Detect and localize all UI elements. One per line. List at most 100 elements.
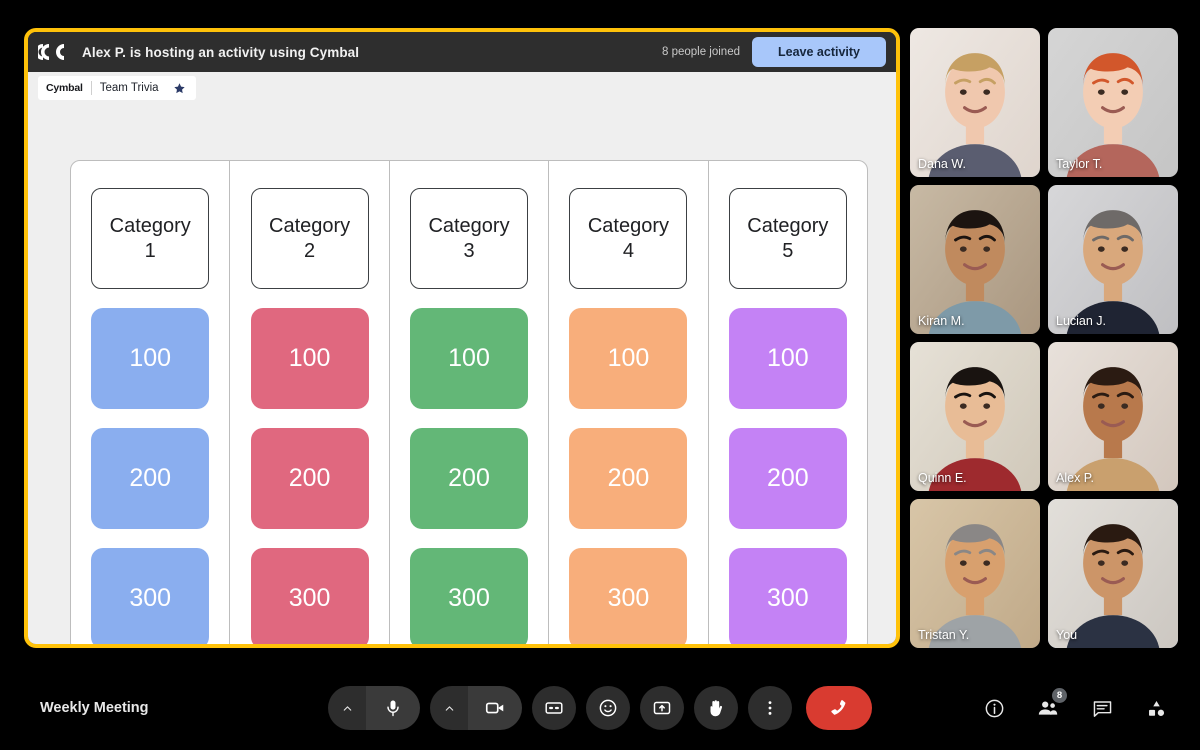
value-label: 100 — [766, 344, 809, 372]
more-options-button[interactable] — [748, 686, 792, 730]
category-label: Category 1 — [109, 214, 191, 262]
present-screen-icon — [653, 701, 671, 715]
cymbal-brand-label: Cymbal — [46, 82, 83, 94]
value-card[interactable]: 300 — [728, 548, 847, 644]
value-label: 300 — [766, 584, 809, 612]
participant-tile[interactable]: You — [1048, 499, 1178, 648]
participant-video — [910, 342, 1040, 491]
microphone-icon — [387, 700, 399, 717]
participant-video — [910, 28, 1040, 177]
participant-video — [910, 185, 1040, 334]
value-card[interactable]: 200 — [91, 428, 210, 529]
category-card[interactable]: Category 4 — [569, 188, 688, 289]
value-label: 200 — [766, 464, 809, 492]
meeting-info-button[interactable] — [974, 688, 1014, 728]
value-card[interactable]: 300 — [569, 548, 688, 644]
category-label: Category 5 — [747, 214, 829, 262]
board-column: Category 2 100 200 300 — [230, 161, 390, 644]
microphone-toggle-button[interactable] — [366, 686, 420, 730]
chat-icon — [1093, 700, 1111, 717]
camera-icon — [485, 702, 504, 714]
camera-control[interactable] — [430, 686, 522, 730]
value-card[interactable]: 100 — [569, 308, 688, 409]
activities-button[interactable] — [1136, 688, 1176, 728]
value-card[interactable]: 300 — [91, 548, 210, 644]
board-column: Category 5 100 200 300 — [709, 161, 867, 644]
value-card[interactable]: 100 — [410, 308, 529, 409]
activity-panel: Alex P. is hosting an activity using Cym… — [24, 28, 900, 648]
value-label: 300 — [129, 584, 172, 612]
leave-activity-button[interactable]: Leave activity — [752, 37, 886, 67]
call-controls — [328, 686, 872, 730]
activity-tab[interactable]: Cymbal Team Trivia — [38, 76, 196, 100]
trivia-board: Category 1 100 200 300 Category 2 100 200 300 Ca… — [70, 160, 868, 644]
board-column: Category 1 100 200 300 — [71, 161, 231, 644]
emoji-reaction-icon — [599, 699, 617, 717]
meeting-side-controls: 8 — [974, 688, 1176, 728]
activity-host-banner: Alex P. is hosting an activity using Cym… — [82, 44, 360, 60]
value-card[interactable]: 100 — [728, 308, 847, 409]
raise-hand-button[interactable] — [694, 686, 738, 730]
value-label: 100 — [129, 344, 172, 372]
reactions-button[interactable] — [586, 686, 630, 730]
participant-tile[interactable]: Dana W. — [910, 28, 1040, 177]
participant-video — [1048, 499, 1178, 648]
camera-options-button[interactable] — [430, 686, 468, 730]
value-label: 200 — [448, 464, 490, 492]
value-card[interactable]: 200 — [728, 428, 847, 529]
value-label: 200 — [607, 464, 650, 492]
participant-video — [1048, 28, 1178, 177]
value-card[interactable]: 200 — [410, 428, 529, 529]
chat-button[interactable] — [1082, 688, 1122, 728]
value-label: 300 — [288, 584, 331, 612]
people-count-badge: 8 — [1052, 688, 1067, 703]
value-card[interactable]: 100 — [250, 308, 369, 409]
value-card[interactable]: 300 — [410, 548, 529, 644]
participant-tile[interactable]: Taylor T. — [1048, 28, 1178, 177]
value-label: 100 — [448, 344, 490, 372]
value-label: 100 — [288, 344, 331, 372]
category-card[interactable]: Category 2 — [250, 188, 369, 289]
activities-icon — [1148, 700, 1164, 716]
participant-tile[interactable]: Lucian J. — [1048, 185, 1178, 334]
value-label: 300 — [448, 584, 490, 612]
tab-divider — [90, 81, 92, 95]
participant-tile[interactable]: Tristan Y. — [910, 499, 1040, 648]
joined-count-label: 8 people joined — [661, 46, 740, 58]
meeting-window: Alex P. is hosting an activity using Cym… — [0, 0, 1200, 750]
value-label: 200 — [288, 464, 331, 492]
captions-icon — [545, 702, 563, 714]
board-column: Category 3 100 200 300 — [390, 161, 550, 644]
value-card[interactable]: 300 — [250, 548, 369, 644]
meeting-toolbar: Weekly Meeting 8 — [0, 666, 1200, 750]
microphone-control[interactable] — [328, 686, 420, 730]
activity-body: Cymbal Team Trivia Category 1 100 200 300 Ca… — [28, 72, 896, 644]
participant-video — [1048, 342, 1178, 491]
value-label: 200 — [129, 464, 172, 492]
participant-tile[interactable]: Alex P. — [1048, 342, 1178, 491]
microphone-options-button[interactable] — [328, 686, 366, 730]
participant-grid: Dana W. Taylor T. Kiran M. Lucian J. Quinn E… — [910, 28, 1178, 648]
people-button[interactable]: 8 — [1028, 688, 1068, 728]
category-card[interactable]: Category 1 — [91, 188, 210, 289]
captions-button[interactable] — [532, 686, 576, 730]
category-card[interactable]: Category 3 — [410, 188, 529, 289]
camera-toggle-button[interactable] — [468, 686, 522, 730]
star-icon[interactable] — [173, 82, 186, 95]
value-card[interactable]: 100 — [91, 308, 210, 409]
category-label: Category 4 — [587, 214, 669, 262]
raise-hand-icon — [710, 700, 723, 717]
category-label: Category 3 — [428, 214, 510, 262]
present-button[interactable] — [640, 686, 684, 730]
end-call-button[interactable] — [806, 686, 872, 730]
activity-header-actions: 8 people joined Leave activity — [662, 32, 886, 72]
value-label: 100 — [607, 344, 650, 372]
activity-tab-label: Team Trivia — [99, 82, 159, 94]
participant-tile[interactable]: Kiran M. — [910, 185, 1040, 334]
participant-tile[interactable]: Quinn E. — [910, 342, 1040, 491]
category-card[interactable]: Category 5 — [728, 188, 847, 289]
value-card[interactable]: 200 — [569, 428, 688, 529]
value-card[interactable]: 200 — [250, 428, 369, 529]
meeting-name-label: Weekly Meeting — [40, 700, 149, 716]
category-label: Category 2 — [269, 214, 351, 262]
